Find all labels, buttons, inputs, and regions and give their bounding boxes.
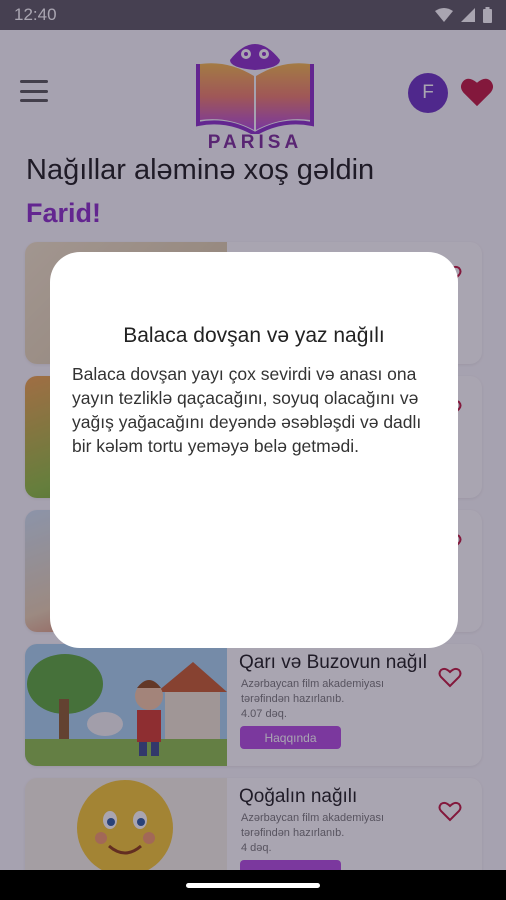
dialog-text: Balaca dovşan yayı çox sevirdi və anası … — [72, 364, 422, 456]
system-nav-bar — [0, 870, 506, 900]
story-description-dialog: Balaca dovşan və yaz nağılı Balaca dovşa… — [50, 252, 458, 648]
home-gesture-handle[interactable] — [186, 883, 320, 888]
dialog-title: Balaca dovşan və yaz nağılı — [123, 324, 385, 347]
